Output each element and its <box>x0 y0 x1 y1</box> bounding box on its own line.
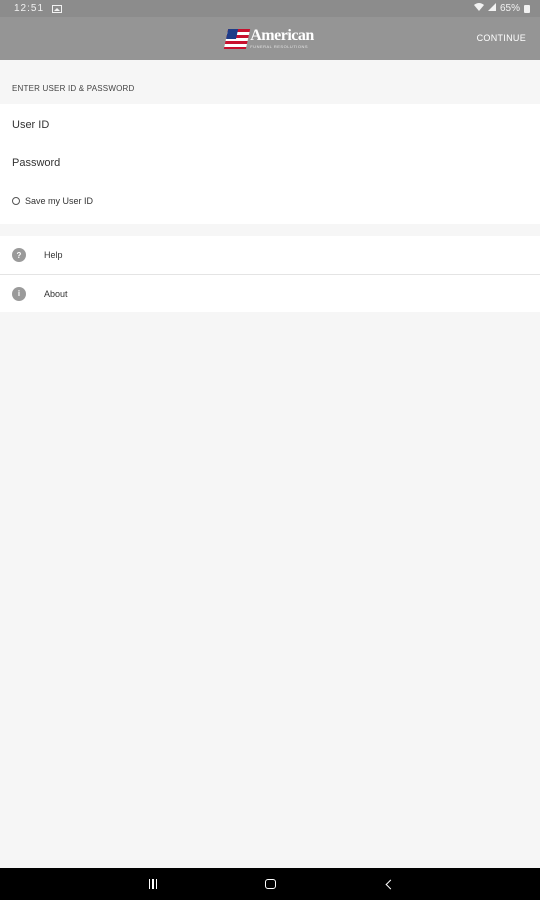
continue-button[interactable]: CONTINUE <box>477 33 526 43</box>
recent-apps-icon <box>148 879 158 889</box>
flag-icon <box>224 28 251 49</box>
app-bar: American FUNERAL RESOLUTIONS CONTINUE <box>0 17 540 60</box>
save-user-id-radio[interactable] <box>12 197 20 205</box>
status-time: 12:51 <box>14 3 45 14</box>
home-icon <box>264 879 276 889</box>
logo-brand: American <box>250 27 314 44</box>
login-section-title: ENTER USER ID & PASSWORD <box>0 60 540 104</box>
logo-text: American FUNERAL RESOLUTIONS <box>250 28 314 49</box>
wifi-icon <box>473 3 484 14</box>
menu-list: ? Help i About <box>0 236 540 312</box>
menu-item-help[interactable]: ? Help <box>0 236 540 274</box>
status-right: 65% <box>473 3 530 14</box>
back-icon <box>385 879 395 889</box>
password-field[interactable] <box>12 145 528 181</box>
system-nav-bar <box>0 868 540 900</box>
home-button[interactable] <box>250 868 290 900</box>
menu-item-label: Help <box>44 250 63 260</box>
menu-item-about[interactable]: i About <box>0 274 540 312</box>
help-icon: ? <box>12 248 26 262</box>
info-icon: i <box>12 286 26 301</box>
battery-percent: 65% <box>499 3 520 14</box>
logo-subtitle: FUNERAL RESOLUTIONS <box>250 44 309 49</box>
image-icon <box>52 4 63 13</box>
user-id-field[interactable] <box>12 107 528 143</box>
battery-icon <box>524 4 530 13</box>
menu-item-label: About <box>44 288 68 299</box>
back-button[interactable] <box>370 868 410 900</box>
save-user-id-label: Save my User ID <box>25 196 94 206</box>
login-form: Save my User ID <box>0 104 540 224</box>
save-user-id-option[interactable]: Save my User ID <box>12 196 93 206</box>
american-logo: American FUNERAL RESOLUTIONS <box>224 28 314 49</box>
status-bar: 12:51 65% <box>0 0 540 17</box>
signal-icon <box>487 3 496 14</box>
recent-apps-button[interactable] <box>133 868 173 900</box>
